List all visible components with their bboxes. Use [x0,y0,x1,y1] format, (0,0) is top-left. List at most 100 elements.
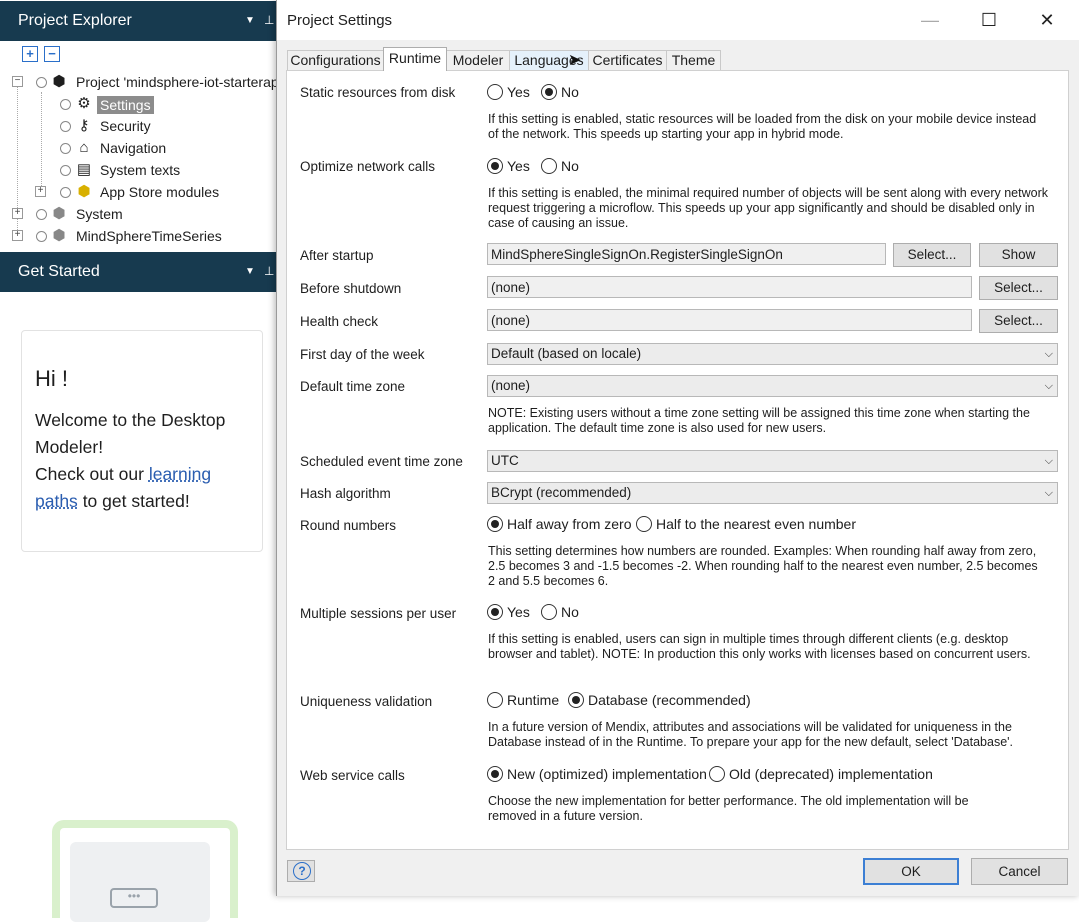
after-startup-field[interactable]: MindSphereSingleSignOn.RegisterSingleSig… [487,243,886,265]
select-value: Default (based on locale) [491,346,642,361]
collapse-all-icon[interactable]: − [44,46,60,62]
help-button[interactable]: ? [287,860,315,882]
minimize-icon[interactable]: — [915,8,945,32]
radio-label: New (optimized) implementation [507,766,707,782]
optimize-description: If this setting is enabled, the minimal … [488,186,1049,230]
ok-button[interactable]: OK [863,858,959,885]
tab-modeler[interactable]: Modeler [446,50,510,70]
key-icon: ⚷ [78,117,90,134]
hash-algorithm-label: Hash algorithm [300,486,391,501]
illustration-image: ••• [52,820,238,922]
before-shutdown-select-button[interactable]: Select... [979,276,1058,300]
tree-item-label: Security [100,118,151,134]
panel-menu-icon[interactable]: ▼ [245,15,255,26]
web-service-calls-label: Web service calls [300,768,405,783]
default-time-zone-select[interactable]: (none) ⌵ [487,375,1058,397]
radio-label: Old (deprecated) implementation [729,766,933,782]
default-time-zone-label: Default time zone [300,379,406,394]
after-startup-show-button[interactable]: Show [979,243,1058,267]
welcome-line: to get started! [82,491,190,511]
tab-certificates[interactable]: Certificates [588,50,667,70]
expand-icon[interactable]: + [12,230,23,241]
tab-configurations[interactable]: Configurations [287,50,384,70]
package-icon: ⬢ [52,227,66,244]
tab-runtime[interactable]: Runtime [383,47,447,71]
scheduled-time-zone-select[interactable]: UTC ⌵ [487,450,1058,472]
expand-all-icon[interactable]: + [22,46,38,62]
round-numbers-description: This setting determines how numbers are … [488,544,1038,588]
radio-label: Runtime [507,692,560,708]
tree-item-label: System texts [100,162,181,178]
maximize-icon[interactable]: ☐ [974,8,1004,32]
get-started-title: Get Started [18,263,100,280]
expand-icon[interactable]: + [12,208,23,219]
status-dot-icon [60,165,71,176]
chevron-down-icon: ⌵ [1044,348,1053,360]
radio-circle [541,604,557,620]
radio-circle [487,84,503,100]
gear-icon: ⚙ [77,95,91,112]
tree-guide [41,92,42,192]
tab-theme[interactable]: Theme [666,50,721,70]
dialog-title: Project Settings [287,12,393,29]
before-shutdown-field[interactable]: (none) [487,276,972,298]
pin-icon[interactable]: ⊥ [264,264,274,278]
pin-icon[interactable]: ⊥ [264,13,274,27]
radio-circle [487,604,503,620]
radio-circle [487,158,503,174]
welcome-message: Welcome to the Desktop Modeler! Check ou… [35,407,245,515]
left-pane: Project Explorer ▼ ⊥ + − − ⬢ Project 'mi… [0,0,289,922]
radio-label: Yes [507,84,530,100]
multiple-sessions-label: Multiple sessions per user [300,606,457,621]
select-value: (none) [491,378,531,393]
collapse-icon[interactable]: − [12,76,23,87]
radio-label: Half to the nearest even number [656,516,857,532]
mouse-pointer-icon: ➤ [568,52,582,69]
scheduled-time-zone-label: Scheduled event time zone [300,454,463,469]
radio-circle [568,692,584,708]
round-numbers-label: Round numbers [300,518,397,533]
dialog-titlebar: Project Settings — ☐ ✕ [277,0,1079,40]
welcome-card: Hi ! Welcome to the Desktop Modeler! Che… [21,330,263,552]
panel-menu-icon[interactable]: ▼ [245,266,255,277]
radio-label: Yes [507,158,530,174]
radio-circle [636,516,652,532]
status-dot-icon [60,99,71,110]
after-startup-select-button[interactable]: Select... [893,243,971,267]
multiple-sessions-description: If this setting is enabled, users can si… [488,632,1031,661]
health-check-label: Health check [300,314,379,329]
status-dot-icon [36,209,47,220]
package-icon: ⬢ [52,205,66,222]
tree-item-label: MindSphereTimeSeries [76,228,222,244]
illustration-screen: ••• [70,842,210,922]
tree-item-label: System [76,206,123,222]
text-icon: ▤ [76,161,92,178]
project-explorer-header: Project Explorer ▼ ⊥ [0,1,278,41]
greeting: Hi ! [35,366,68,391]
close-icon[interactable]: ✕ [1032,8,1062,32]
chevron-down-icon: ⌵ [1044,380,1053,392]
radio-circle [487,766,503,782]
select-value: BCrypt (recommended) [491,485,632,500]
radio-circle [487,516,503,532]
cancel-button[interactable]: Cancel [971,858,1068,885]
radio-label: Yes [507,604,530,620]
health-check-field[interactable]: (none) [487,309,972,331]
tree-item-label: Settings [97,96,154,114]
health-check-select-button[interactable]: Select... [979,309,1058,333]
chevron-down-icon: ⌵ [1044,487,1053,499]
expand-icon[interactable]: + [35,186,46,197]
tree-item-label: App Store modules [100,184,220,200]
radio-label: No [561,84,579,100]
first-day-select[interactable]: Default (based on locale) ⌵ [487,343,1058,365]
hash-algorithm-select[interactable]: BCrypt (recommended) ⌵ [487,482,1058,504]
dots-icon: ••• [110,888,158,908]
select-value: UTC [491,453,519,468]
project-explorer-title: Project Explorer [18,12,132,29]
radio-circle [541,158,557,174]
welcome-line: Welcome to the Desktop Modeler! [35,410,226,457]
radio-circle [541,84,557,100]
status-dot-icon [36,77,47,88]
package-icon: ⬢ [52,73,66,90]
first-day-label: First day of the week [300,347,425,362]
